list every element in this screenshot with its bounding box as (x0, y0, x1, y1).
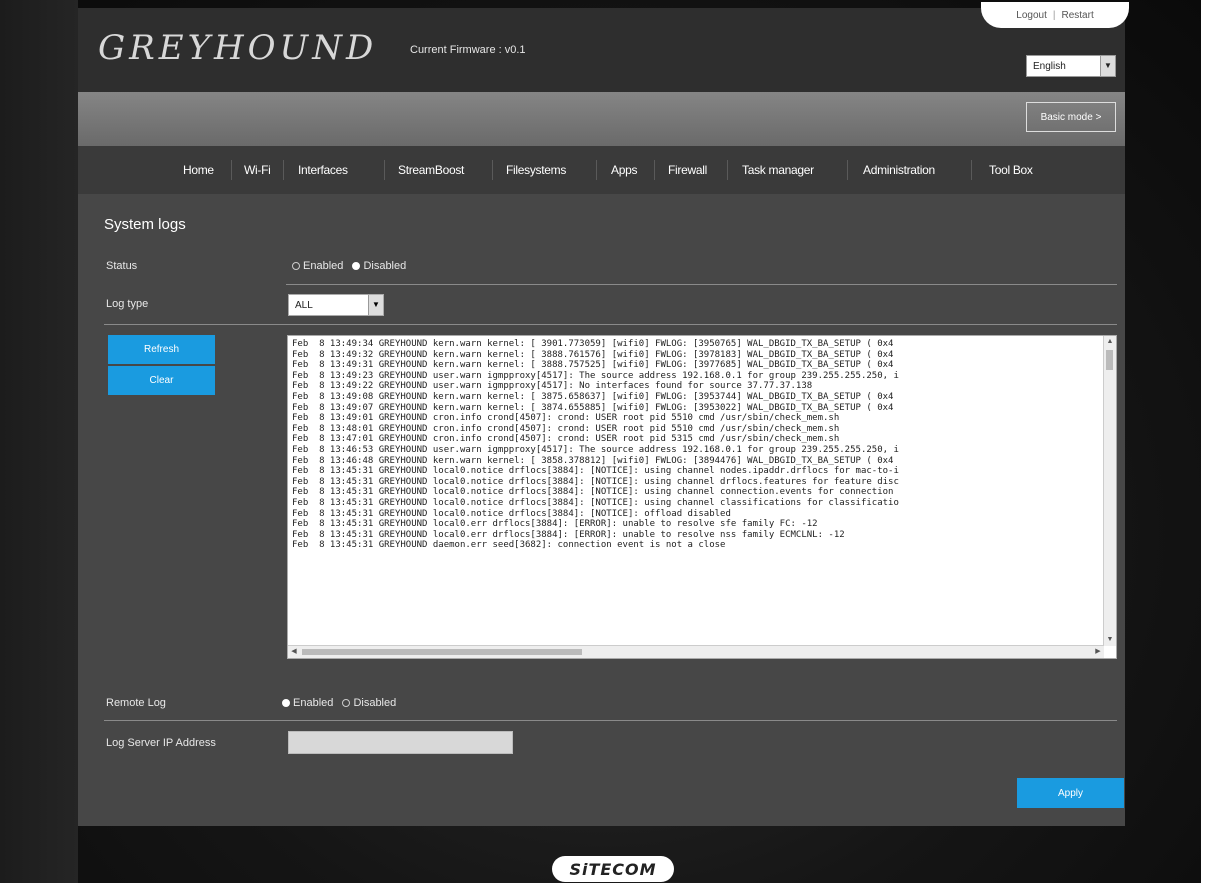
divider (104, 324, 1117, 325)
nav-streamboost[interactable]: StreamBoost (398, 146, 464, 194)
remote-log-radio-group: Enabled Disabled (282, 697, 402, 709)
language-select[interactable]: English ▼ (1026, 55, 1116, 77)
log-line: Feb 8 13:45:31 GREYHOUND local0.notice d… (292, 476, 899, 487)
nav-divider (283, 160, 284, 180)
logtype-value: ALL (295, 300, 313, 311)
log-line: Feb 8 13:45:31 GREYHOUND local0.err drfl… (292, 529, 845, 540)
status-enabled-radio[interactable] (292, 262, 300, 271)
nav-divider (727, 160, 728, 180)
log-server-ip-input[interactable] (288, 731, 513, 754)
log-lines: Feb 8 13:49:34 GREYHOUND kern.warn kerne… (292, 339, 1100, 551)
nav-divider (492, 160, 493, 180)
log-line: Feb 8 13:45:31 GREYHOUND local0.notice d… (292, 466, 899, 477)
log-line: Feb 8 13:49:31 GREYHOUND kern.warn kerne… (292, 360, 894, 371)
nav-interfaces[interactable]: Interfaces (298, 146, 348, 194)
log-line: Feb 8 13:49:22 GREYHOUND user.warn igmpp… (292, 381, 813, 392)
log-line: Feb 8 13:49:01 GREYHOUND cron.info crond… (292, 413, 840, 424)
log-line: Feb 8 13:49:08 GREYHOUND kern.warn kerne… (292, 391, 894, 402)
logout-link[interactable]: Logout (1016, 10, 1047, 21)
apply-button[interactable]: Apply (1017, 778, 1124, 808)
greyhound-logo: GREYHOUND (98, 28, 378, 68)
log-line: Feb 8 13:45:31 GREYHOUND local0.notice d… (292, 497, 899, 508)
remote-enabled-label: Enabled (293, 697, 334, 710)
right-edge (1201, 0, 1213, 889)
nav-divider (971, 160, 972, 180)
nav-divider (231, 160, 232, 180)
nav-filesystems[interactable]: Filesystems (506, 146, 566, 194)
log-line: Feb 8 13:46:53 GREYHOUND user.warn igmpp… (292, 444, 899, 455)
nav-task-manager[interactable]: Task manager (742, 146, 814, 194)
log-line: Feb 8 13:48:01 GREYHOUND cron.info crond… (292, 423, 840, 434)
logtype-label: Log type (106, 298, 149, 310)
nav-divider (596, 160, 597, 180)
status-label: Status (106, 260, 138, 272)
nav-divider (847, 160, 848, 180)
logtype-select[interactable]: ALL ▼ (288, 294, 384, 316)
log-line: Feb 8 13:49:23 GREYHOUND user.warn igmpp… (292, 370, 899, 381)
remote-disabled-label: Disabled (353, 697, 397, 710)
page-title: System logs (104, 216, 186, 233)
log-line: Feb 8 13:45:31 GREYHOUND daemon.err seed… (292, 540, 726, 551)
chevron-down-icon: ▼ (1100, 56, 1115, 76)
nav-divider (384, 160, 385, 180)
scroll-thumb[interactable] (1106, 350, 1113, 370)
log-textarea[interactable]: Feb 8 13:49:34 GREYHOUND kern.warn kerne… (287, 335, 1117, 659)
link-separator: | (1052, 9, 1056, 21)
scroll-right-icon[interactable]: ▶ (1092, 646, 1104, 658)
scroll-thumb[interactable] (302, 649, 582, 655)
nav-wifi[interactable]: Wi-Fi (244, 146, 271, 194)
header: GREYHOUND Current Firmware : v0.1 Logout… (78, 2, 1129, 92)
log-line: Feb 8 13:45:31 GREYHOUND local0.err drfl… (292, 519, 818, 530)
nav-divider (654, 160, 655, 180)
remote-enabled-radio[interactable] (282, 699, 290, 708)
log-line: Feb 8 13:47:01 GREYHOUND cron.info crond… (292, 434, 840, 445)
basic-mode-button[interactable]: Basic mode > (1026, 102, 1116, 132)
nav-administration[interactable]: Administration (863, 146, 935, 194)
horizontal-scrollbar[interactable]: ◀ ▶ (288, 645, 1104, 658)
status-disabled-radio[interactable] (352, 262, 361, 271)
main-nav: Home Wi-Fi Interfaces StreamBoost Filesy… (78, 146, 1125, 195)
log-line: Feb 8 13:45:31 GREYHOUND local0.notice d… (292, 487, 894, 498)
log-server-label: Log Server IP Address (106, 737, 216, 749)
clear-button[interactable]: Clear (108, 366, 215, 395)
main-panel: System logs Status Enabled Disabled Log … (78, 194, 1125, 826)
status-enabled-label: Enabled (303, 260, 344, 273)
mode-band: Basic mode > (78, 92, 1125, 146)
nav-firewall[interactable]: Firewall (668, 146, 707, 194)
refresh-button[interactable]: Refresh (108, 335, 215, 364)
language-value: English (1033, 61, 1066, 72)
left-frame (0, 0, 78, 889)
restart-link[interactable]: Restart (1061, 10, 1093, 21)
divider (286, 284, 1117, 285)
top-links: Logout | Restart (981, 2, 1129, 28)
bottom-edge (0, 883, 1213, 889)
vertical-scrollbar[interactable]: ▲ ▼ (1103, 336, 1116, 646)
log-line: Feb 8 13:49:34 GREYHOUND kern.warn kerne… (292, 339, 894, 349)
log-line: Feb 8 13:45:31 GREYHOUND local0.notice d… (292, 508, 731, 519)
status-disabled-label: Disabled (363, 260, 407, 273)
nav-apps[interactable]: Apps (611, 146, 637, 194)
log-line: Feb 8 13:49:32 GREYHOUND kern.warn kerne… (292, 349, 894, 360)
divider (104, 720, 1117, 721)
firmware-version: Current Firmware : v0.1 (410, 44, 526, 56)
remote-disabled-radio[interactable] (342, 699, 351, 708)
remote-log-label: Remote Log (106, 697, 166, 709)
log-line: Feb 8 13:49:07 GREYHOUND kern.warn kerne… (292, 402, 894, 413)
nav-tool-box[interactable]: Tool Box (989, 146, 1033, 194)
sitecom-logo: SiTECOM (552, 856, 674, 882)
log-line: Feb 8 13:46:48 GREYHOUND kern.warn kerne… (292, 455, 894, 466)
scroll-left-icon[interactable]: ◀ (288, 646, 300, 658)
status-radio-group: Enabled Disabled (292, 260, 412, 272)
nav-home[interactable]: Home (183, 146, 214, 194)
scroll-up-icon[interactable]: ▲ (1104, 336, 1116, 348)
chevron-down-icon: ▼ (368, 295, 383, 315)
scroll-down-icon[interactable]: ▼ (1104, 634, 1116, 646)
